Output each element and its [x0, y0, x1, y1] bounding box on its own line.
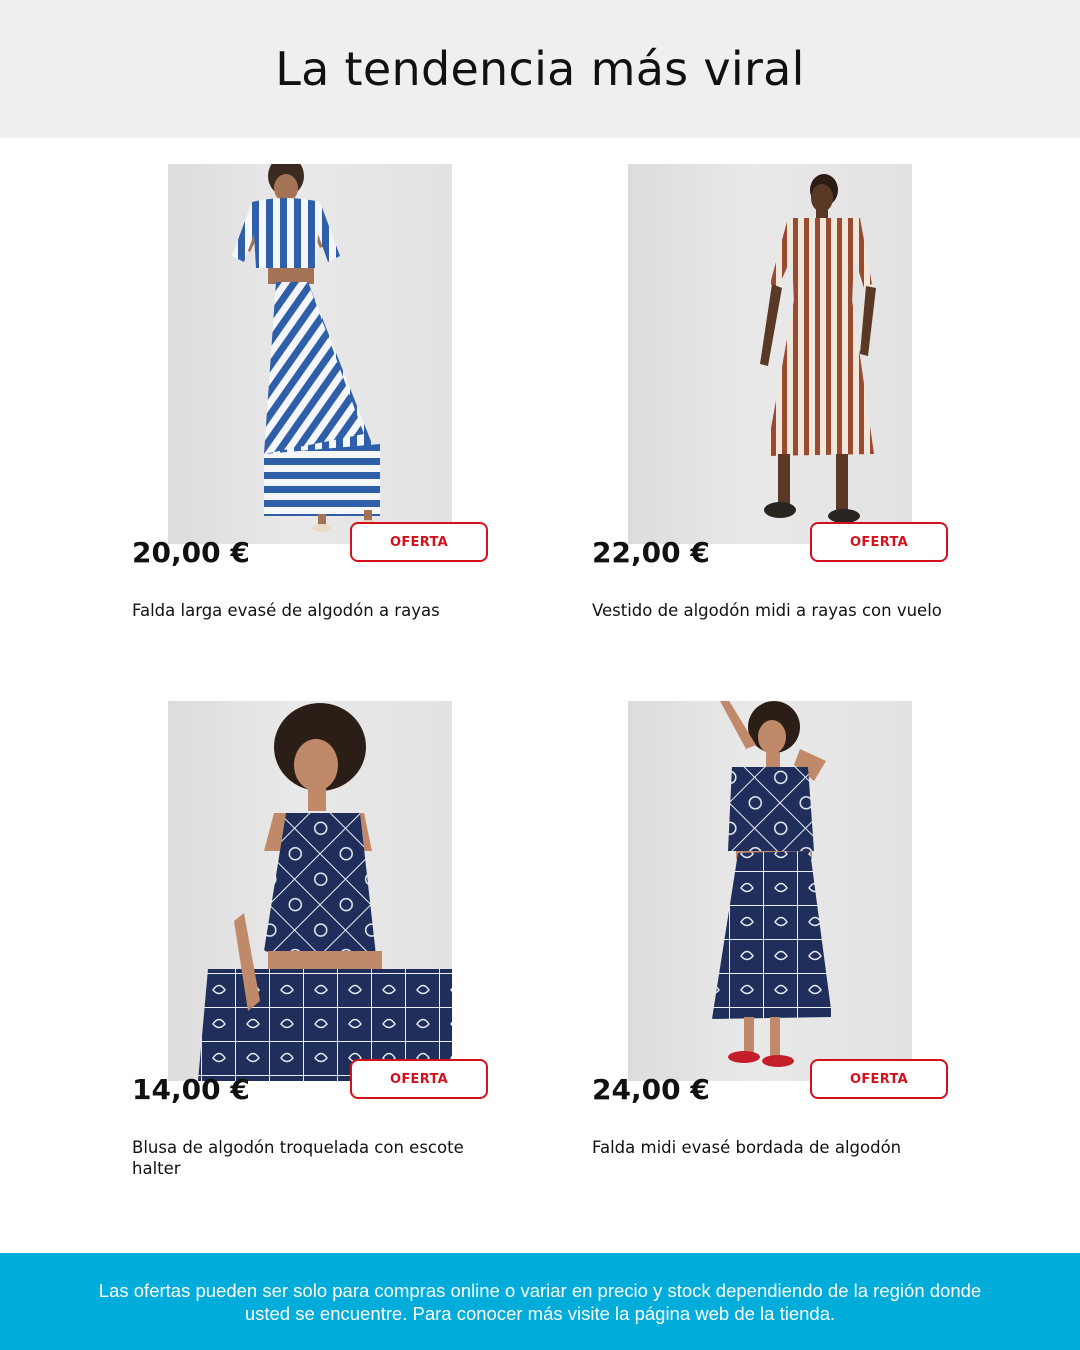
product-image[interactable] — [628, 164, 912, 544]
product-price: 24,00 € — [592, 1073, 710, 1106]
product-card[interactable]: 24,00 € OFERTA Falda midi evasé bordada … — [592, 701, 952, 1221]
offer-badge[interactable]: OFERTA — [810, 1059, 948, 1099]
product-card[interactable]: 14,00 € OFERTA Blusa de algodón troquela… — [132, 701, 492, 1221]
page-header: La tendencia más viral — [0, 0, 1080, 138]
product-title[interactable]: Vestido de algodón midi a rayas con vuel… — [592, 600, 952, 621]
product-price: 14,00 € — [132, 1073, 250, 1106]
product-card[interactable]: 22,00 € OFERTA Vestido de algodón midi a… — [592, 164, 952, 684]
page-title: La tendencia más viral — [275, 42, 805, 96]
product-card[interactable]: 20,00 € OFERTA Falda larga evasé de algo… — [132, 164, 492, 684]
disclaimer-text: Las ofertas pueden ser solo para compras… — [98, 1279, 982, 1324]
product-image[interactable] — [168, 164, 452, 544]
product-title[interactable]: Falda midi evasé bordada de algodón — [592, 1137, 952, 1158]
disclaimer-footer: Las ofertas pueden ser solo para compras… — [0, 1253, 1080, 1350]
product-image[interactable] — [628, 701, 912, 1081]
offer-badge[interactable]: OFERTA — [810, 522, 948, 562]
product-title[interactable]: Falda larga evasé de algodón a rayas — [132, 600, 492, 621]
offer-badge[interactable]: OFERTA — [350, 1059, 488, 1099]
product-title[interactable]: Blusa de algodón troquelada con escote h… — [132, 1137, 492, 1179]
product-price: 22,00 € — [592, 536, 710, 569]
product-image[interactable] — [168, 701, 452, 1081]
product-price: 20,00 € — [132, 536, 250, 569]
offer-badge[interactable]: OFERTA — [350, 522, 488, 562]
